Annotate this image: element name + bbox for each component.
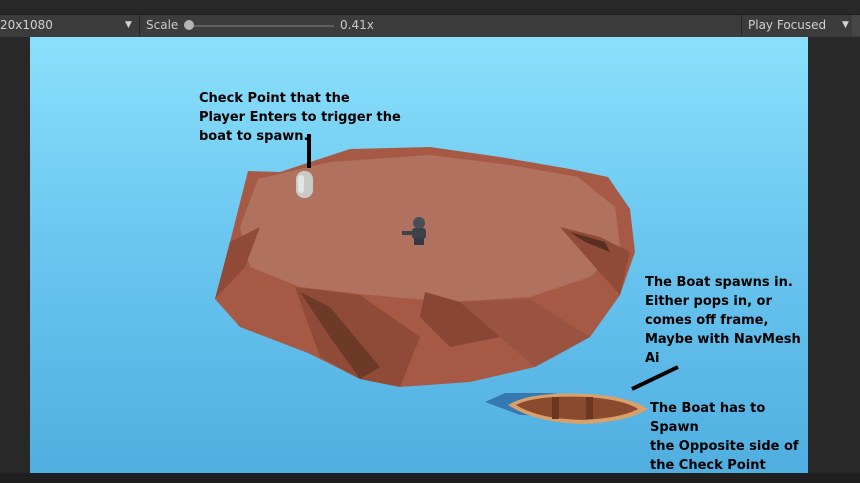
- resolution-label: 20x1080: [0, 18, 53, 32]
- player-legs: [414, 238, 424, 245]
- toolbar-divider: [741, 15, 742, 36]
- player-body: [412, 228, 426, 239]
- scale-slider[interactable]: [189, 25, 334, 27]
- game-view-toolbar: 20x1080 ▼ Scale 0.41x Play Focused ▼: [0, 0, 860, 37]
- scale-label: Scale: [146, 18, 179, 32]
- toolbar-divider: [139, 15, 140, 36]
- boat-seat: [586, 397, 593, 419]
- boat-pointer-line: [631, 365, 679, 391]
- play-mode-label: Play Focused: [748, 18, 827, 32]
- game-viewport[interactable]: Check Point that the Player Enters to tr…: [30, 37, 808, 473]
- opposite-side-annotation: The Boat has to Spawn the Opposite side …: [650, 401, 799, 473]
- bottom-bar: [0, 473, 860, 483]
- player-head: [413, 217, 425, 229]
- scale-slider-handle[interactable]: [184, 20, 194, 30]
- player-arm: [402, 231, 413, 235]
- toolbar-overflow-button[interactable]: [852, 15, 860, 36]
- chevron-down-icon: ▼: [125, 20, 132, 30]
- play-mode-dropdown[interactable]: Play Focused ▼: [744, 15, 856, 36]
- boat-spawn-annotation: The Boat spawns in. Either pops in, or c…: [645, 275, 801, 366]
- boat-seat: [552, 397, 559, 419]
- checkpoint-highlight: [298, 175, 304, 193]
- resolution-dropdown[interactable]: 20x1080 ▼: [0, 15, 138, 36]
- scale-value: 0.41x: [340, 18, 374, 32]
- chevron-down-icon: ▼: [842, 20, 849, 30]
- checkpoint-annotation: Check Point that the Player Enters to tr…: [199, 91, 401, 144]
